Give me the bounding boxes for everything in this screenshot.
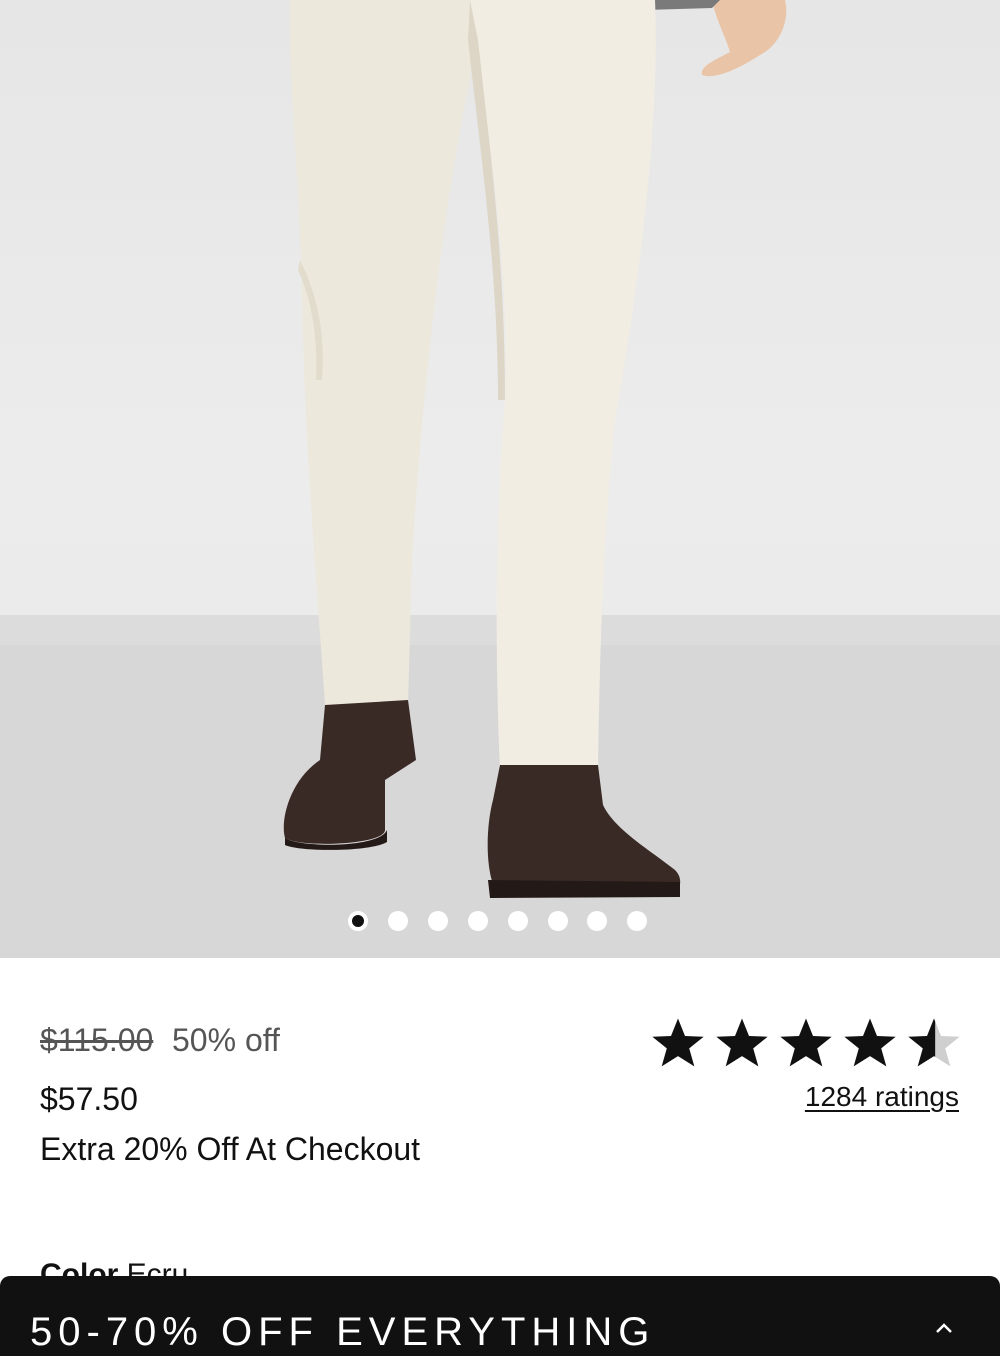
product-photo [0,0,1000,958]
carousel-dot[interactable] [428,911,448,931]
star-rating [650,1015,970,1071]
carousel-dot[interactable] [627,911,647,931]
carousel-dot[interactable] [508,911,528,931]
promo-text: Extra 20% Off At Checkout [40,1131,421,1167]
sale-price: $57.50 [40,1081,138,1117]
carousel-dot[interactable] [587,911,607,931]
star-icon [844,1018,896,1067]
promo-banner[interactable]: 50-70% OFF EVERYTHING [0,1276,1000,1356]
carousel-dot[interactable] [388,911,408,931]
carousel-dot[interactable] [548,911,568,931]
chevron-up-icon [936,1323,952,1333]
carousel-dot[interactable] [468,911,488,931]
ratings-link[interactable]: 1284 ratings [805,1081,959,1113]
star-icon [780,1018,832,1067]
star-icon [716,1018,768,1067]
original-price: $115.00 [40,1022,154,1058]
carousel-dots [0,910,1000,932]
discount-label: 50% off [172,1022,280,1058]
star-icon [652,1018,704,1067]
product-image[interactable] [0,0,1000,958]
star-half-icon [908,1018,960,1067]
carousel-dot[interactable] [348,911,368,931]
